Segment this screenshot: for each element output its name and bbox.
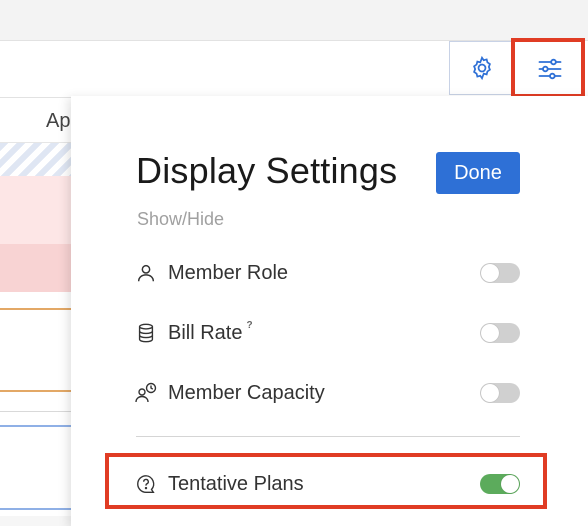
gear-icon [473,55,491,81]
member-capacity-toggle[interactable] [480,383,520,403]
column-label: Ap [46,110,71,132]
show-hide-heading: Show/Hide [137,209,225,229]
setting-label: Member Role [168,261,289,284]
setting-label: Bill Rate [168,321,243,344]
divider [136,436,520,437]
setting-member-capacity: Member Capacity [134,378,325,408]
annotation-highlight [511,38,585,98]
annotation-highlight [105,453,547,509]
database-icon [134,321,158,345]
bill-rate-toggle[interactable] [480,323,520,343]
panel-title: Display Settings [136,150,398,191]
setting-label: Member Capacity [168,381,325,404]
done-button[interactable]: Done [436,152,520,194]
person-clock-icon [134,381,158,405]
settings-button[interactable] [449,41,515,95]
person-icon [134,261,158,285]
setting-member-role: Member Role [134,258,288,288]
member-role-toggle[interactable] [480,263,520,283]
help-icon[interactable]: ? [246,320,252,331]
setting-bill-rate: Bill Rate ? [134,318,253,348]
top-bar [0,0,588,41]
